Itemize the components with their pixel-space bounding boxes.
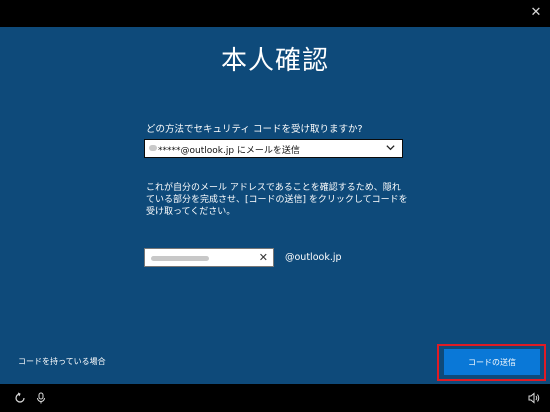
volume-icon[interactable] bbox=[528, 392, 540, 404]
top-bar: ✕ bbox=[0, 0, 550, 27]
method-question-label: どの方法でセキュリティ コードを受け取りますか? bbox=[146, 124, 363, 135]
instruction-text: これが自分のメール アドレスであることを確認するため、隠れている部分を完成させ、… bbox=[146, 183, 408, 217]
page-title: 本人確認 bbox=[220, 46, 329, 76]
masked-input-value bbox=[151, 256, 209, 261]
send-code-button[interactable]: コードの送信 bbox=[444, 349, 540, 375]
microphone-icon[interactable] bbox=[35, 392, 47, 404]
clear-icon[interactable]: ✕ bbox=[259, 251, 268, 265]
email-domain-suffix: @outlook.jp bbox=[285, 252, 342, 263]
chevron-down-icon bbox=[386, 145, 395, 151]
method-select[interactable]: *****@outlook.jp にメールを送信 bbox=[144, 139, 403, 158]
method-select-value: *****@outlook.jp にメールを送信 bbox=[158, 146, 300, 156]
ease-of-access-icon[interactable] bbox=[14, 392, 26, 404]
email-field[interactable]: ✕ bbox=[144, 248, 274, 267]
close-icon[interactable]: ✕ bbox=[529, 6, 543, 20]
masked-email-prefix bbox=[149, 145, 157, 151]
bottom-bar bbox=[0, 384, 550, 412]
have-code-link[interactable]: コードを持っている場合 bbox=[18, 356, 106, 367]
